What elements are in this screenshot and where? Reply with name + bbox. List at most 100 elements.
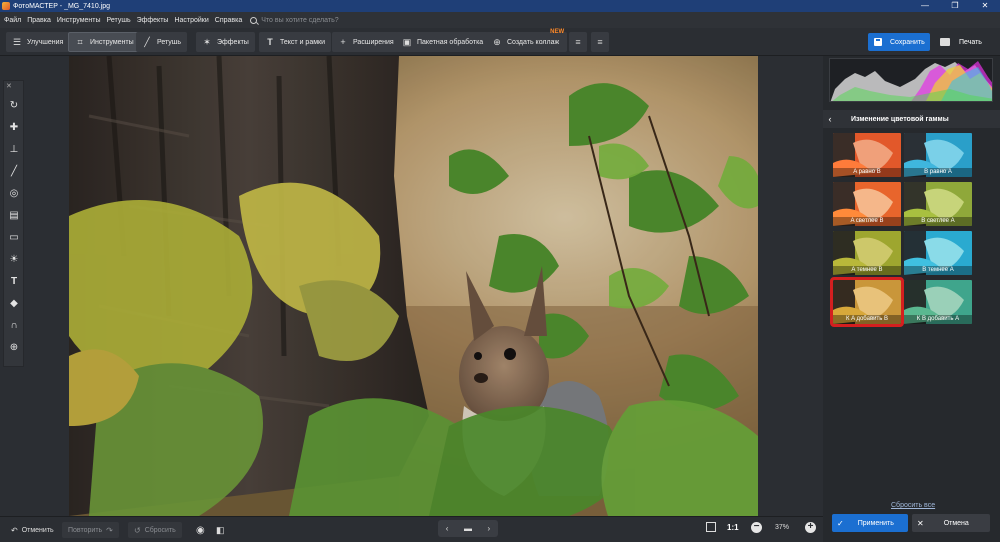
zoom-level: 37% (775, 524, 790, 531)
list-add-icon[interactable]: ≡ (569, 32, 587, 52)
collage-icon: ⊕ (493, 36, 501, 47)
preset-b-equals-a[interactable]: B равно A (904, 133, 972, 177)
compare-icon[interactable]: ◧ (210, 522, 231, 538)
light-icon[interactable]: ☀ (7, 253, 21, 267)
tab-extensions[interactable]: + Расширения (332, 32, 400, 52)
bottom-bar: ↶ Отменить Повторить ↷ ↺ Сбросить ◉ ◧ (0, 516, 823, 542)
preset-label: B темнее A (904, 266, 972, 275)
tab-tools[interactable]: ⌗ Инструменты (68, 32, 141, 52)
app-logo-icon (2, 2, 10, 10)
collapse-icon[interactable]: ✕ (6, 82, 12, 90)
preset-a-add-b[interactable]: К A добавить B (830, 277, 904, 327)
undo-icon: ↶ (11, 525, 18, 535)
redo-icon: ↷ (106, 525, 113, 535)
search-icon (250, 16, 258, 24)
undo-button[interactable]: ↶ Отменить (5, 522, 60, 538)
stamp-icon[interactable]: ⊥ (7, 143, 21, 157)
close-button[interactable]: ✕ (970, 0, 1000, 12)
button-label: Применить (857, 519, 894, 527)
photo-canvas[interactable] (69, 56, 758, 516)
button-label: Сохранить (890, 38, 925, 46)
preset-label: B равно A (904, 168, 972, 177)
brush-icon[interactable]: ╱ (7, 165, 21, 179)
preset-a-darker-b[interactable]: A темнее B (833, 231, 901, 275)
preset-label: A темнее B (833, 266, 901, 275)
preset-a-equals-b[interactable]: A равно B (833, 133, 901, 177)
back-arrow-icon[interactable]: ‹ (823, 114, 837, 124)
batch-processing-button[interactable]: ▣ Пакетная обработка (396, 32, 490, 52)
button-label: Создать коллаж (507, 38, 560, 46)
preset-label: К B добавить A (904, 315, 972, 324)
create-collage-button[interactable]: ⊕ Создать коллаж NEW (486, 29, 568, 52)
cancel-button[interactable]: ✕ Отмена (912, 514, 990, 532)
menu-help[interactable]: Справка (215, 17, 242, 24)
menu-file[interactable]: Файл (4, 17, 21, 24)
panel-title: Изменение цветовой гаммы (851, 115, 949, 123)
photo-navigation: ‹ ▬ › (438, 520, 498, 537)
globe-icon[interactable]: ⊕ (7, 341, 21, 355)
eye-icon[interactable]: ◉ (190, 522, 211, 538)
menu-settings[interactable]: Настройки (174, 17, 208, 24)
next-icon[interactable]: › (488, 524, 491, 533)
save-button[interactable]: Сохранить (868, 33, 930, 51)
histogram-graph (830, 61, 992, 101)
zoom-actual-button[interactable]: 1:1 (727, 523, 739, 532)
preset-b-add-a[interactable]: К B добавить A (904, 280, 972, 324)
button-label: Печать (959, 38, 982, 46)
prev-icon[interactable]: ‹ (446, 524, 449, 533)
window-title: ФотоМАСТЕР - _MG_7410.jpg (13, 2, 111, 10)
new-badge: NEW (550, 29, 565, 35)
tab-enhancements[interactable]: ☰ Улучшения (6, 32, 70, 52)
magnet-icon[interactable]: ∩ (7, 319, 21, 333)
menu-retouch[interactable]: Ретушь (107, 17, 131, 24)
main-toolbar: ☰ Улучшения ⌗ Инструменты ╱ Ретушь ✶ Эфф… (0, 28, 1000, 56)
menu-edit[interactable]: Правка (27, 17, 51, 24)
list-remove-icon[interactable]: ≡ (591, 32, 609, 52)
menu-tools[interactable]: Инструменты (57, 17, 101, 24)
gradient-icon[interactable]: ▤ (7, 209, 21, 223)
search-input[interactable] (261, 16, 382, 24)
patch-icon[interactable]: ✚ (7, 121, 21, 135)
preset-label: A светлее B (833, 217, 901, 226)
tab-effects[interactable]: ✶ Эффекты (196, 32, 255, 52)
printer-icon (940, 38, 950, 46)
vignette-icon[interactable]: ▭ (7, 231, 21, 245)
preset-label: К A добавить B (833, 315, 901, 324)
fill-icon[interactable]: ◆ (7, 297, 21, 311)
button-label: Отменить (21, 526, 54, 534)
tab-retouch[interactable]: ╱ Ретушь (136, 32, 188, 52)
minimize-button[interactable]: — (910, 0, 940, 12)
check-icon: ✓ (837, 518, 844, 528)
text-icon[interactable]: T (7, 275, 21, 289)
batch-icon: ▣ (402, 36, 412, 47)
preset-b-lighter-a[interactable]: B светлее A (904, 182, 972, 226)
radial-icon[interactable]: ◎ (7, 187, 21, 201)
redo-button[interactable]: Повторить ↷ (62, 522, 119, 538)
apply-button[interactable]: ✓ Применить (832, 514, 908, 532)
plus-icon: + (340, 36, 346, 47)
zoom-in-button[interactable]: + (805, 522, 816, 533)
window-controls: — ❐ ✕ (910, 0, 1000, 12)
zoom-out-button[interactable]: − (751, 522, 762, 533)
reset-all-link[interactable]: Сбросить все (891, 502, 935, 509)
rotate-icon[interactable]: ↻ (7, 99, 21, 113)
tab-text-frames[interactable]: T Текст и рамки (259, 32, 331, 52)
print-button[interactable]: Печать (936, 33, 994, 51)
search-box (250, 16, 382, 24)
maximize-button[interactable]: ❐ (940, 0, 970, 12)
preset-b-darker-a[interactable]: B темнее A (904, 231, 972, 275)
crop-icon: ⌗ (77, 36, 83, 47)
folder-icon[interactable]: ▬ (464, 524, 472, 533)
preset-a-lighter-b[interactable]: A светлее B (833, 182, 901, 226)
reset-button[interactable]: ↺ Сбросить (128, 522, 182, 538)
tab-label: Инструменты (90, 38, 134, 46)
preset-label: A равно B (833, 168, 901, 177)
menu-effects[interactable]: Эффекты (137, 17, 169, 24)
tab-label: Эффекты (217, 38, 249, 46)
tab-label: Текст и рамки (280, 38, 325, 46)
tab-label: Ретушь (157, 38, 182, 46)
button-label: Повторить (68, 526, 103, 534)
menu-bar: Файл Правка Инструменты Ретушь Эффекты Н… (0, 12, 1000, 28)
fit-screen-icon[interactable] (706, 522, 716, 532)
squirrel-photo (69, 56, 758, 516)
